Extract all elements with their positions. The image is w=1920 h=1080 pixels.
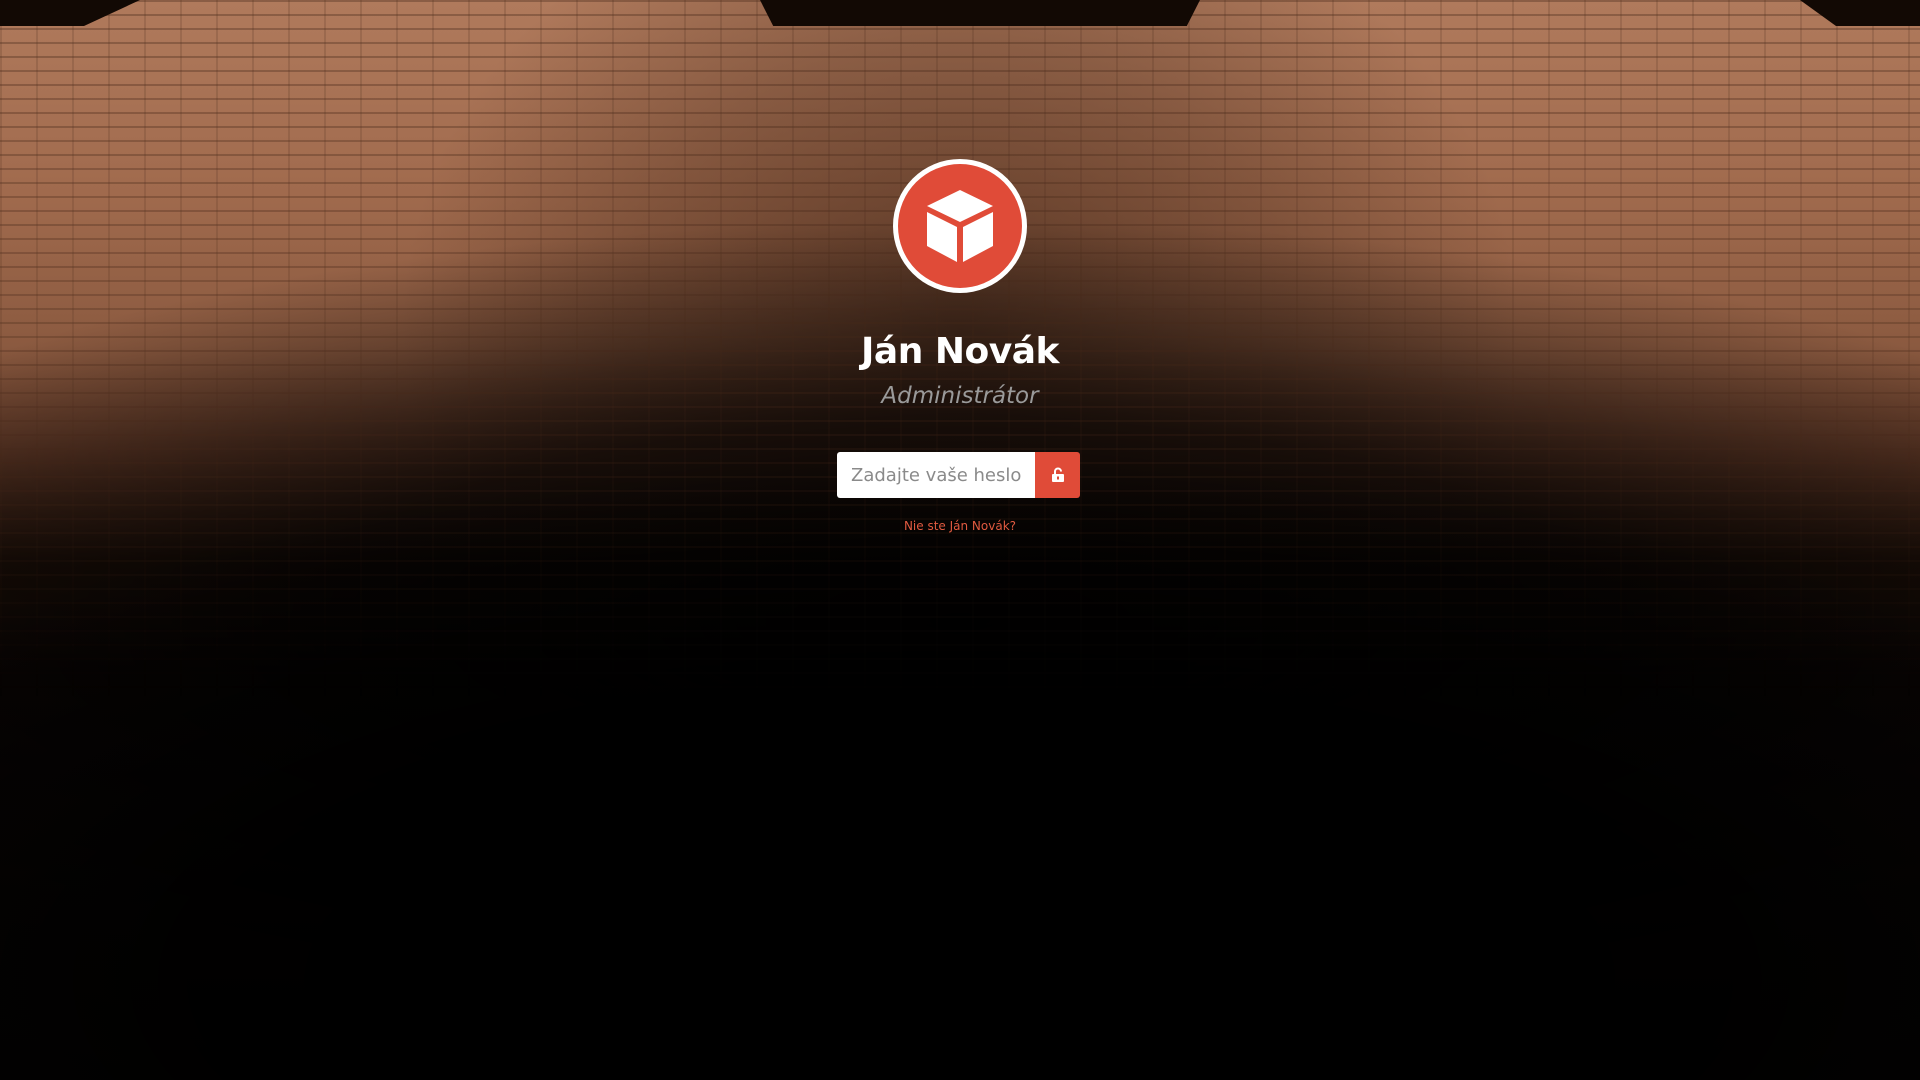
- user-name: Ján Novák: [861, 331, 1059, 372]
- avatar-circle: [898, 164, 1022, 288]
- not-you-link[interactable]: Nie ste Ján Novák?: [760, 517, 1160, 535]
- unlock-icon: [1051, 467, 1064, 482]
- lock-screen: Ján Novák Administrátor Nie ste Ján Nová…: [0, 0, 1920, 1080]
- unlock-button[interactable]: [1035, 452, 1080, 498]
- password-form: [837, 452, 1080, 498]
- cube-icon: [927, 190, 993, 262]
- avatar: [893, 159, 1027, 293]
- user-role: Administrátor: [881, 383, 1039, 409]
- login-panel: Ján Novák Administrátor Nie ste Ján Nová…: [0, 0, 1920, 1080]
- password-input[interactable]: [837, 452, 1035, 498]
